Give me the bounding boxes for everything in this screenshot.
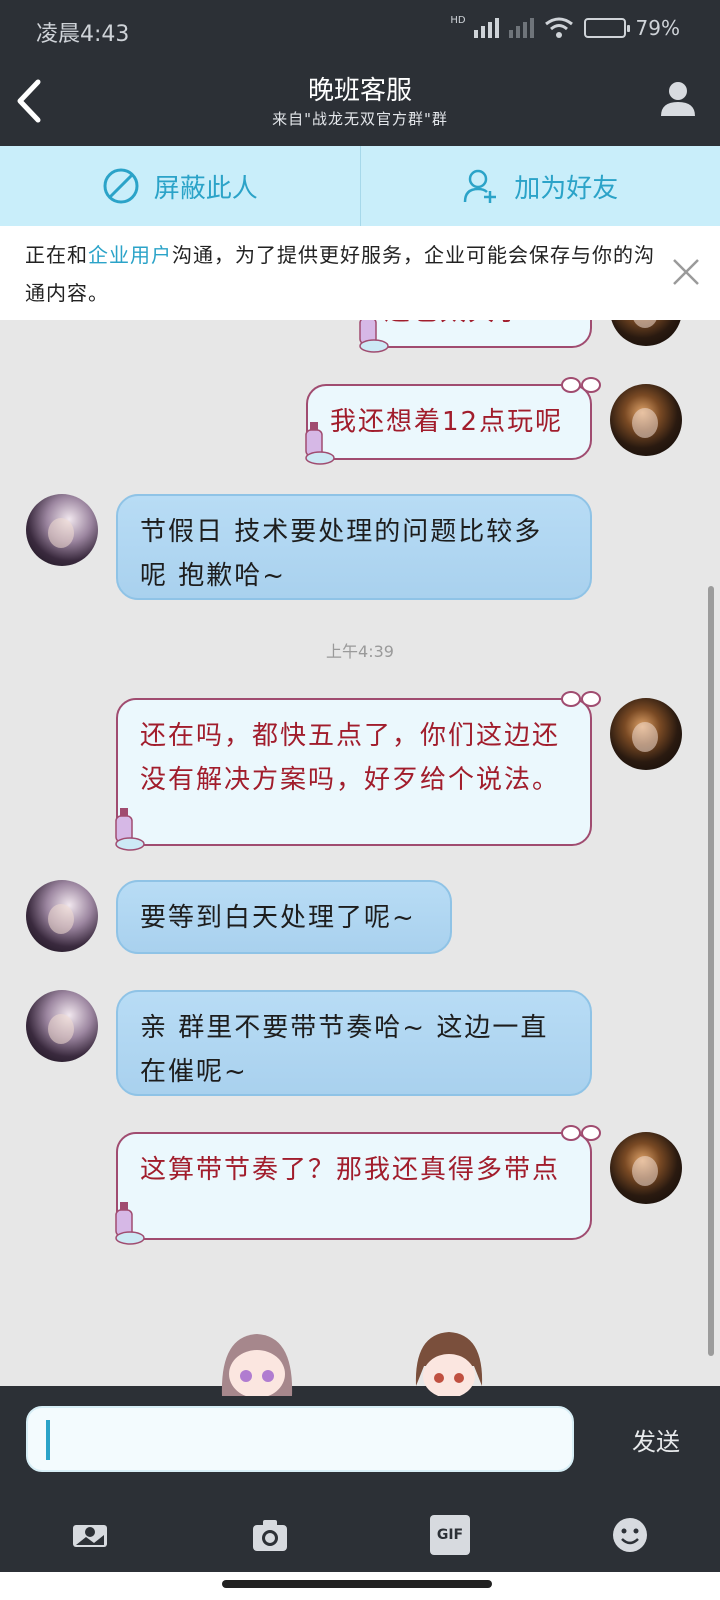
input-bar: 发送 [0, 1332, 720, 1498]
notice-highlight-link[interactable]: 企业用户 [88, 243, 172, 267]
block-user-button[interactable]: 屏蔽此人 [0, 146, 360, 226]
message-bubble[interactable]: 要等到白天处理了呢~ [116, 880, 452, 954]
chat-subtitle: 来自"战龙无双官方群"群 [272, 110, 448, 128]
message-text: 还在吗，都快五点了，你们这边还没有解决方案吗，好歹给个说法。 [140, 721, 561, 795]
my-avatar[interactable] [610, 1132, 682, 1204]
battery-percent: 79% [635, 16, 680, 40]
battery-icon [583, 18, 630, 38]
send-button[interactable]: 发送 [632, 1422, 680, 1457]
add-friend-button[interactable]: 加为好友 [359, 146, 720, 226]
wifi-icon [544, 17, 573, 38]
message-text: 我还想着12点玩呢 [330, 407, 564, 437]
title-bar: 晚班客服 来自"战龙无双官方群"群 [0, 56, 720, 146]
message-bubble[interactable]: 节假日 技术要处理的问题比较多呢 抱歉哈~ [116, 494, 592, 600]
message-timestamp: 上午4:39 [326, 642, 394, 661]
profile-icon[interactable] [658, 78, 698, 118]
camera-icon[interactable] [250, 1515, 290, 1555]
glasses-decoration-icon [561, 1125, 601, 1141]
bubble-decoration-icon [115, 808, 145, 851]
my-avatar[interactable] [610, 698, 682, 770]
status-time: 凌晨4:43 [36, 22, 130, 47]
message-bubble[interactable]: 亲 群里不要带节奏哈~ 这边一直在催呢~ [116, 990, 592, 1096]
my-avatar[interactable] [610, 384, 682, 456]
gif-label: GIF [436, 1527, 464, 1543]
status-icons: HD 79% [450, 14, 680, 41]
signal-secondary-icon [508, 18, 534, 38]
message-text: 节假日 技术要处理的问题比较多呢 抱歉哈~ [140, 517, 543, 591]
network-type-label: HD [450, 14, 466, 26]
text-cursor [46, 1420, 50, 1460]
agent-avatar[interactable] [26, 494, 98, 566]
chat-scrollbar[interactable] [708, 586, 714, 1356]
home-indicator[interactable] [222, 1580, 492, 1588]
action-bar: 屏蔽此人 加为好友 [0, 146, 720, 226]
gif-button[interactable]: GIF [430, 1515, 470, 1555]
bubble-decoration-icon [305, 422, 335, 465]
signal-icon [473, 18, 499, 38]
close-icon[interactable] [670, 256, 702, 288]
photo-album-icon[interactable] [70, 1515, 110, 1555]
message-text: 要等到白天处理了呢~ [140, 903, 416, 933]
decoration-girl-character [221, 1334, 293, 1396]
emoji-icon[interactable] [610, 1515, 650, 1555]
glasses-decoration-icon [561, 377, 601, 393]
notice-prefix: 正在和 [25, 243, 88, 267]
chat-area[interactable]: 这也太久了 我还想着12点玩呢 节假日 技术要处理的问题比较多呢 抱歉哈~ 上午… [0, 226, 720, 1386]
agent-avatar[interactable] [26, 880, 98, 952]
system-nav-bar [0, 1572, 720, 1600]
block-user-label: 屏蔽此人 [153, 173, 258, 204]
notice-text: 正在和企业用户沟通，为了提供更好服务，企业可能会保存与你的沟通内容。 [25, 236, 655, 312]
agent-avatar[interactable] [26, 990, 98, 1062]
message-bubble[interactable]: 还在吗，都快五点了，你们这边还没有解决方案吗，好歹给个说法。 [115, 691, 601, 851]
add-friend-icon [463, 169, 497, 203]
bubble-decoration-icon [115, 1202, 145, 1245]
chat-title: 晚班客服 [307, 76, 412, 106]
input-toolbar: GIF [0, 1498, 720, 1572]
decoration-boy-character [415, 1332, 483, 1396]
add-friend-label: 加为好友 [514, 173, 619, 204]
privacy-notice: 正在和企业用户沟通，为了提供更好服务，企业可能会保存与你的沟通内容。 [0, 226, 720, 320]
message-input[interactable] [26, 1406, 574, 1472]
message-text: 亲 群里不要带节奏哈~ 这边一直在催呢~ [140, 1013, 549, 1087]
block-icon [103, 168, 139, 204]
glasses-decoration-icon [561, 691, 601, 707]
status-bar: 凌晨4:43 HD 79% [0, 0, 720, 56]
message-bubble[interactable]: 这算带节奏了？那我还真得多带点 [115, 1125, 601, 1245]
message-bubble[interactable]: 我还想着12点玩呢 [305, 377, 601, 465]
message-text: 这算带节奏了？那我还真得多带点 [140, 1155, 561, 1185]
